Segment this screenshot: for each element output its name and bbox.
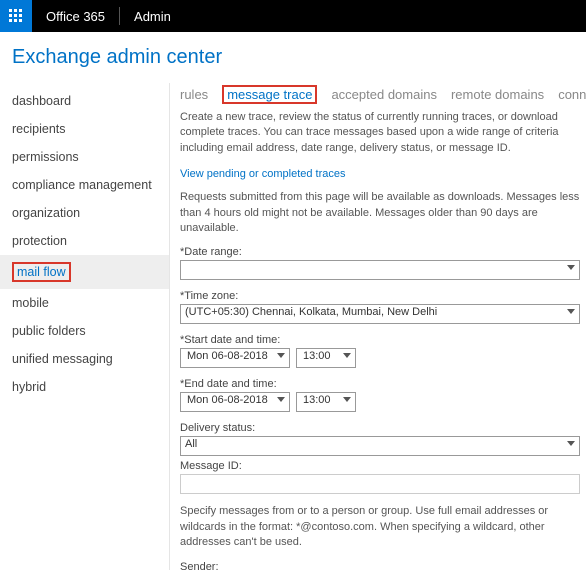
sidebar-item-dashboard[interactable]: dashboard	[0, 87, 169, 115]
brand-label: Office 365	[32, 9, 119, 24]
app-launcher-button[interactable]	[0, 0, 32, 32]
sidebar-item-protection[interactable]: protection	[0, 227, 169, 255]
start-time-value: 13:00	[303, 350, 331, 362]
delivery-status-select[interactable]: All	[180, 436, 580, 456]
sender-label: Sender:	[180, 561, 580, 570]
description-text: Create a new trace, review the status of…	[180, 110, 586, 156]
tab-message-trace[interactable]: message trace	[222, 85, 317, 104]
tab-accepted-domains[interactable]: accepted domains	[331, 87, 437, 102]
sidebar-item-mail-flow[interactable]: mail flow	[0, 255, 169, 289]
date-range-label: *Date range:	[180, 246, 580, 258]
sidebar-item-compliance[interactable]: compliance management	[0, 171, 169, 199]
chevron-down-icon	[343, 353, 351, 358]
end-time-value: 13:00	[303, 394, 331, 406]
delivery-status-label: Delivery status:	[180, 422, 580, 434]
app-label: Admin	[120, 9, 185, 24]
chevron-down-icon	[567, 309, 575, 314]
start-time-select[interactable]: 13:00	[296, 348, 356, 368]
end-datetime-label: *End date and time:	[180, 378, 580, 390]
content-pane: rules message trace accepted domains rem…	[170, 83, 586, 570]
top-bar: Office 365 Admin	[0, 0, 586, 32]
start-date-select[interactable]: Mon 06-08-2018	[180, 348, 290, 368]
tab-rules[interactable]: rules	[180, 87, 208, 102]
end-date-select[interactable]: Mon 06-08-2018	[180, 392, 290, 412]
sidebar-item-recipients[interactable]: recipients	[0, 115, 169, 143]
page-title: Exchange admin center	[0, 32, 586, 83]
message-id-label: Message ID:	[180, 460, 580, 472]
delivery-status-value: All	[185, 438, 197, 450]
time-zone-select[interactable]: (UTC+05:30) Chennai, Kolkata, Mumbai, Ne…	[180, 304, 580, 324]
end-time-select[interactable]: 13:00	[296, 392, 356, 412]
tab-bar: rules message trace accepted domains rem…	[180, 87, 586, 110]
chevron-down-icon	[277, 397, 285, 402]
chevron-down-icon	[567, 441, 575, 446]
view-pending-link[interactable]: View pending or completed traces	[180, 168, 346, 180]
sidebar-item-permissions[interactable]: permissions	[0, 143, 169, 171]
start-datetime-label: *Start date and time:	[180, 334, 580, 346]
sidebar-item-public-folders[interactable]: public folders	[0, 317, 169, 345]
sidebar-item-hybrid[interactable]: hybrid	[0, 373, 169, 401]
end-date-value: Mon 06-08-2018	[187, 394, 268, 406]
tab-connectors[interactable]: connec	[558, 87, 586, 102]
note-text: Requests submitted from this page will b…	[180, 190, 586, 236]
sidebar-item-mobile[interactable]: mobile	[0, 289, 169, 317]
sidebar: dashboard recipients permissions complia…	[0, 83, 170, 570]
chevron-down-icon	[567, 265, 575, 270]
start-date-value: Mon 06-08-2018	[187, 350, 268, 362]
date-range-select[interactable]	[180, 260, 580, 280]
chevron-down-icon	[277, 353, 285, 358]
time-zone-value: (UTC+05:30) Chennai, Kolkata, Mumbai, Ne…	[185, 306, 437, 318]
filter-note: Specify messages from or to a person or …	[180, 504, 580, 550]
sidebar-item-organization[interactable]: organization	[0, 199, 169, 227]
waffle-icon	[9, 9, 23, 23]
chevron-down-icon	[343, 397, 351, 402]
message-id-input[interactable]	[180, 474, 580, 494]
sidebar-item-unified-messaging[interactable]: unified messaging	[0, 345, 169, 373]
time-zone-label: *Time zone:	[180, 290, 580, 302]
tab-remote-domains[interactable]: remote domains	[451, 87, 544, 102]
